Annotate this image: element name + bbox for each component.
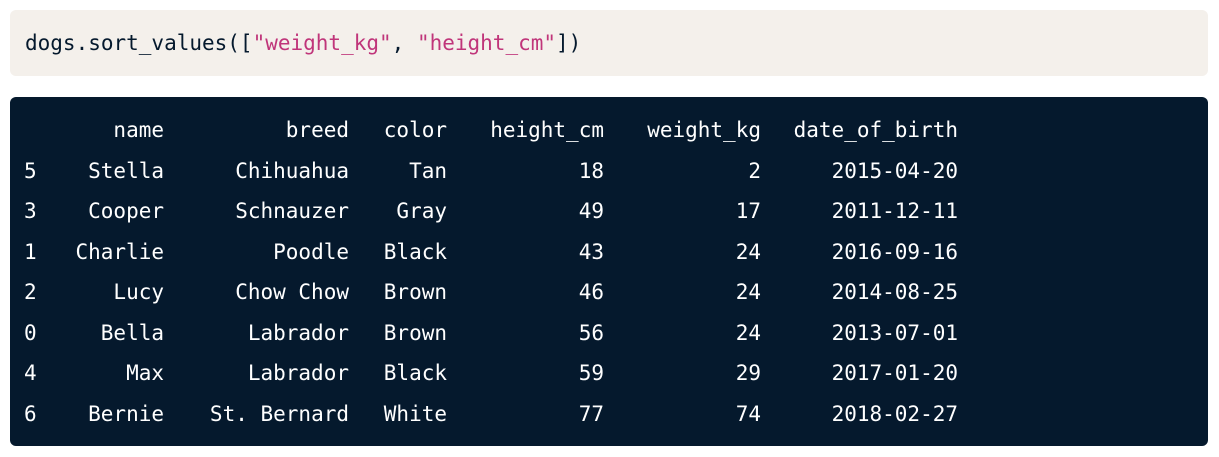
- cell-height-cm: 18: [578, 158, 604, 183]
- cell-name: Max: [126, 361, 164, 386]
- dataframe-table: name breed color height_cm weight_kg dat…: [10, 110, 958, 434]
- column-header-breed: breed: [285, 118, 349, 143]
- cell-date-of-birth: 2017-01-20: [831, 361, 958, 386]
- cell-weight-kg: 74: [735, 401, 761, 426]
- cell-name: Lucy: [113, 280, 164, 305]
- row-index: 4: [24, 361, 37, 386]
- cell-color: White: [383, 401, 447, 426]
- cell-breed: Labrador: [247, 361, 349, 386]
- cell-breed: Chihuahua: [235, 158, 349, 183]
- cell-height-cm: 43: [578, 239, 604, 264]
- cell-weight-kg: 17: [735, 199, 761, 224]
- cell-name: Bella: [100, 320, 164, 345]
- code-separator: ,: [391, 31, 417, 55]
- cell-breed: St. Bernard: [209, 401, 349, 426]
- table-row: 0 Bella Labrador Brown 56 24 2013-07-01: [10, 313, 958, 354]
- code-prefix: dogs.sort_values([: [25, 31, 253, 55]
- cell-height-cm: 46: [578, 280, 604, 305]
- code-string-arg-2: "height_cm": [416, 31, 557, 55]
- table-row: 3 Cooper Schnauzer Gray 49 17 2011-12-11: [10, 191, 958, 232]
- cell-date-of-birth: 2018-02-27: [831, 401, 958, 426]
- table-row: 6 Bernie St. Bernard White 77 74 2018-02-27: [10, 394, 958, 435]
- cell-height-cm: 56: [578, 320, 604, 345]
- row-index: 1: [24, 239, 37, 264]
- table-row: 1 Charlie Poodle Black 43 24 2016-09-16: [10, 232, 958, 273]
- cell-weight-kg: 24: [735, 280, 761, 305]
- cell-color: Black: [383, 239, 447, 264]
- table-header-row: name breed color height_cm weight_kg dat…: [10, 110, 958, 151]
- table-row: 4 Max Labrador Black 59 29 2017-01-20: [10, 353, 958, 394]
- cell-height-cm: 49: [578, 199, 604, 224]
- column-header-height-cm: height_cm: [490, 118, 604, 143]
- cell-weight-kg: 24: [735, 320, 761, 345]
- cell-breed: Chow Chow: [235, 280, 349, 305]
- cell-date-of-birth: 2013-07-01: [831, 320, 958, 345]
- column-header-color: color: [383, 118, 447, 143]
- column-header-weight-kg: weight_kg: [647, 118, 761, 143]
- index-header: [10, 110, 54, 151]
- cell-color: Tan: [409, 158, 447, 183]
- row-index: 2: [24, 280, 37, 305]
- cell-weight-kg: 29: [735, 361, 761, 386]
- code-string-arg-1: "weight_kg": [252, 31, 392, 55]
- row-index: 3: [24, 199, 37, 224]
- code-input-cell[interactable]: dogs.sort_values(["weight_kg", "height_c…: [10, 10, 1208, 76]
- cell-name: Charlie: [75, 239, 164, 264]
- cell-color: Black: [383, 361, 447, 386]
- cell-name: Bernie: [88, 401, 164, 426]
- cell-breed: Poodle: [273, 239, 349, 264]
- cell-date-of-birth: 2011-12-11: [831, 199, 958, 224]
- cell-date-of-birth: 2015-04-20: [831, 158, 958, 183]
- cell-height-cm: 77: [578, 401, 604, 426]
- row-index: 6: [24, 401, 37, 426]
- table-row: 2 Lucy Chow Chow Brown 46 24 2014-08-25: [10, 272, 958, 313]
- cell-breed: Labrador: [247, 320, 349, 345]
- column-header-name: name: [113, 118, 164, 143]
- cell-weight-kg: 2: [748, 158, 761, 183]
- code-suffix: ]): [556, 31, 582, 55]
- table-body: 5 Stella Chihuahua Tan 18 2 2015-04-20 3 Cooper S…: [10, 151, 958, 435]
- cell-color: Brown: [383, 320, 447, 345]
- output-cell: name breed color height_cm weight_kg dat…: [10, 97, 1208, 446]
- cell-color: Brown: [383, 280, 447, 305]
- cell-name: Cooper: [88, 199, 164, 224]
- table-row: 5 Stella Chihuahua Tan 18 2 2015-04-20: [10, 151, 958, 192]
- column-header-date-of-birth: date_of_birth: [793, 118, 958, 143]
- cell-weight-kg: 24: [735, 239, 761, 264]
- cell-name: Stella: [88, 158, 164, 183]
- cell-breed: Schnauzer: [235, 199, 349, 224]
- row-index: 5: [24, 158, 37, 183]
- cell-color: Gray: [396, 199, 447, 224]
- row-index: 0: [24, 320, 37, 345]
- cell-date-of-birth: 2016-09-16: [831, 239, 958, 264]
- cell-height-cm: 59: [578, 361, 604, 386]
- cell-date-of-birth: 2014-08-25: [831, 280, 958, 305]
